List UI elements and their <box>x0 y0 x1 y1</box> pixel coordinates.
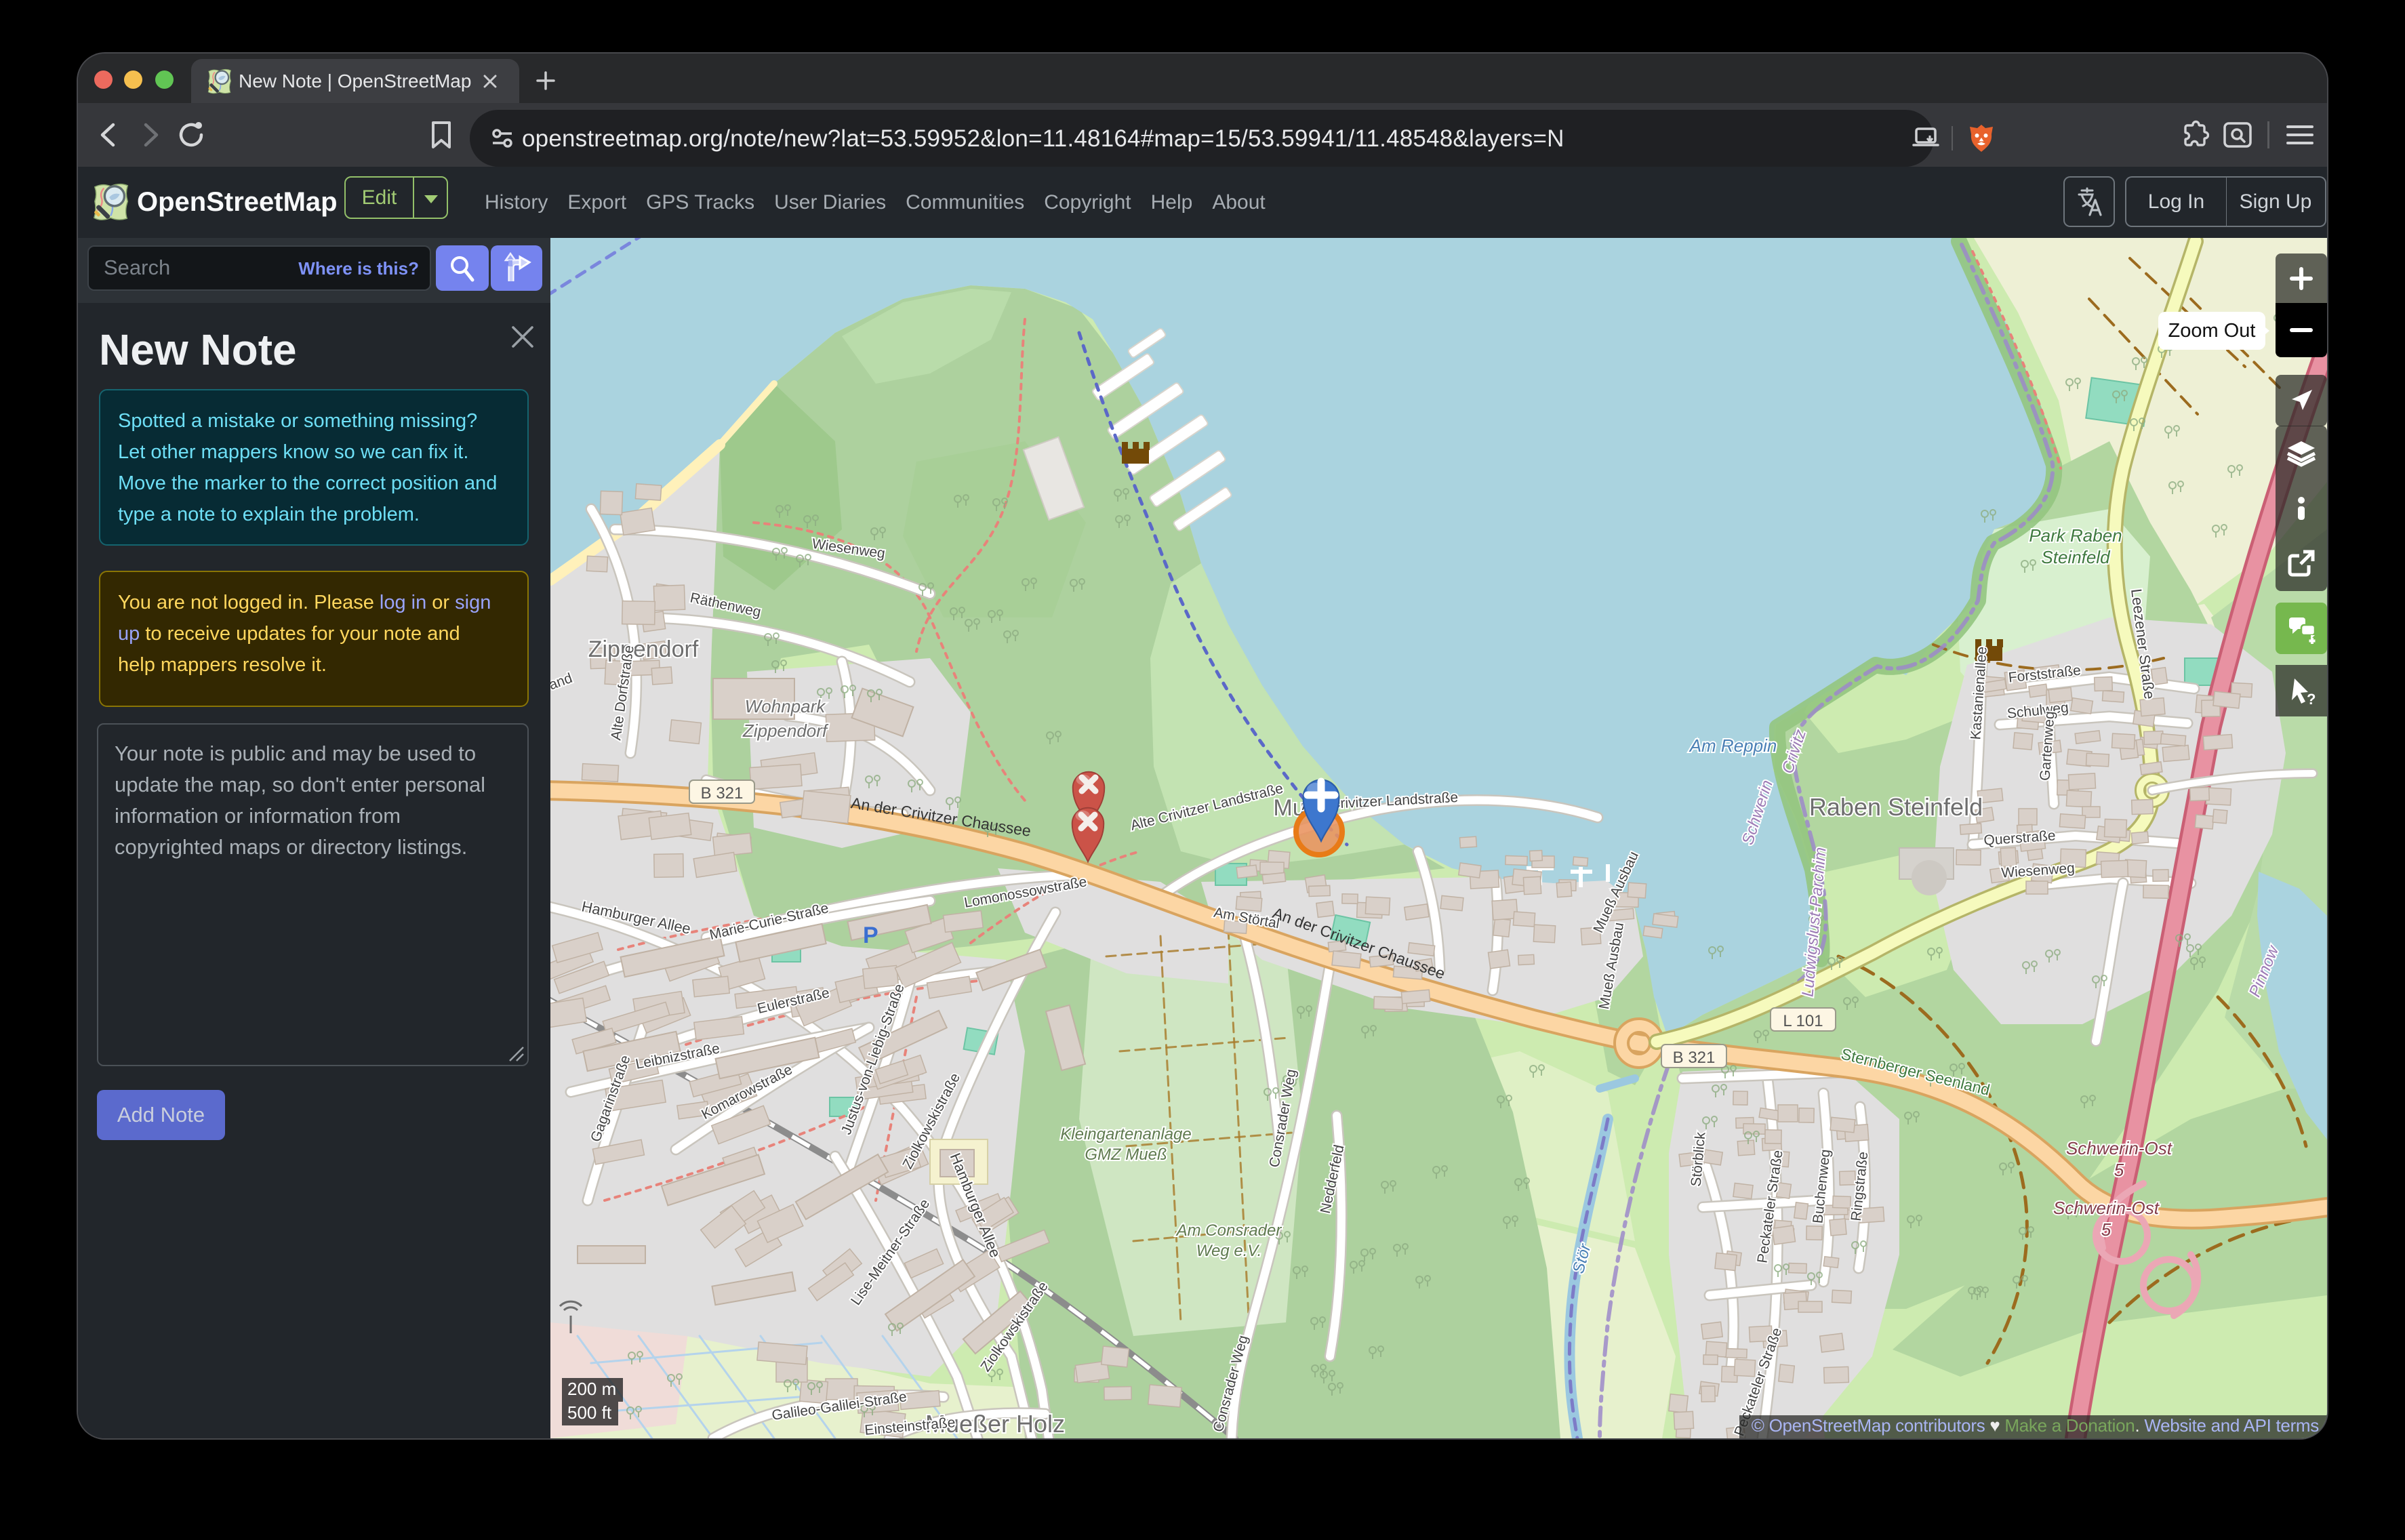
svg-text:Zippendorf: Zippendorf <box>588 636 699 662</box>
svg-text:B 321: B 321 <box>1673 1049 1716 1067</box>
svg-text:GMZ Mueß: GMZ Mueß <box>1085 1146 1167 1164</box>
svg-text:Wohnpark: Wohnpark <box>745 696 826 716</box>
svg-text:Raben Steinfeld: Raben Steinfeld <box>1809 793 1983 821</box>
svg-text:5: 5 <box>2114 1160 2124 1180</box>
svg-text:Am Consrader: Am Consrader <box>1175 1221 1282 1240</box>
svg-text:B 321: B 321 <box>701 784 744 803</box>
svg-text:Weg e.V.: Weg e.V. <box>1196 1242 1262 1260</box>
svg-text:L 101: L 101 <box>1783 1012 1823 1030</box>
svg-text:Park Raben: Park Raben <box>2029 525 2122 546</box>
svg-text:5: 5 <box>2101 1219 2111 1240</box>
svg-text:Steinfeld: Steinfeld <box>2041 547 2111 567</box>
svg-text:Am Reppin: Am Reppin <box>1689 735 1777 756</box>
svg-text:P: P <box>863 923 878 948</box>
svg-text:Schwerin-Ost: Schwerin-Ost <box>2053 1198 2160 1218</box>
svg-text:Schwerin-Ost: Schwerin-Ost <box>2066 1138 2173 1158</box>
svg-text:Zippendorf: Zippendorf <box>742 721 829 741</box>
svg-text:?: ? <box>2307 691 2316 707</box>
svg-text:Kleingartenanlage: Kleingartenanlage <box>1060 1125 1192 1143</box>
